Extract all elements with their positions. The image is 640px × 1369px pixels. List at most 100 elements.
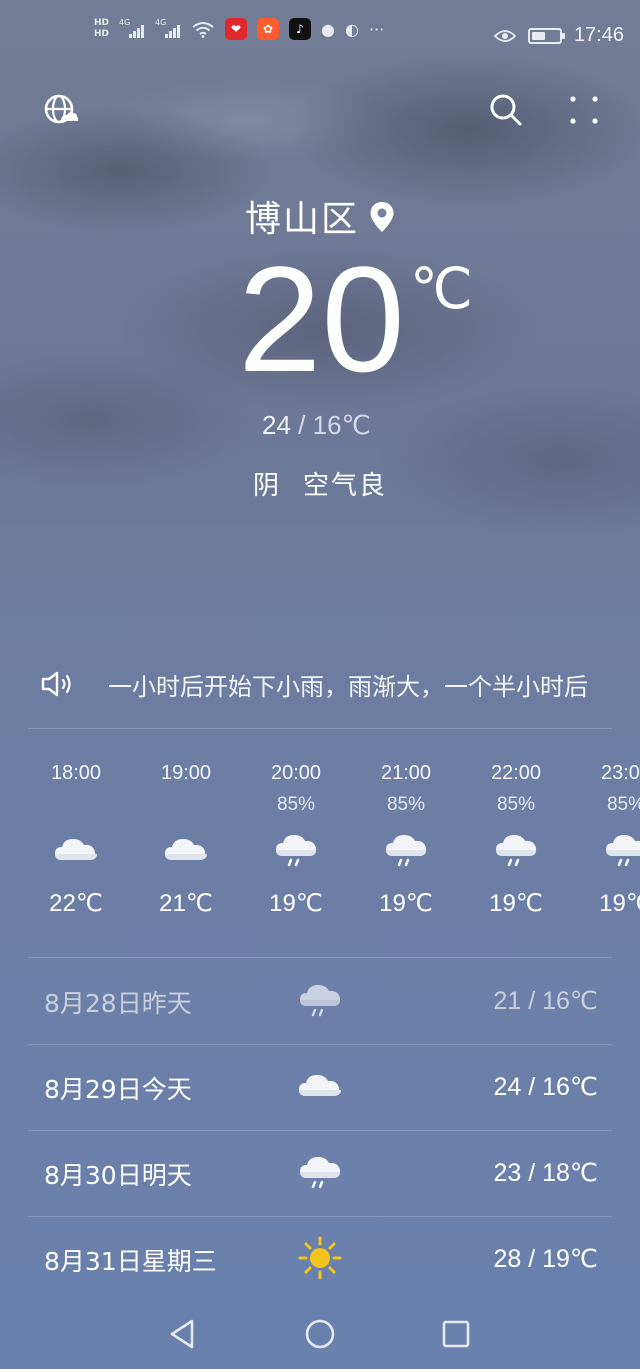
navigation-bar — [0, 1300, 640, 1369]
hour-temperature: 21℃ — [159, 890, 213, 917]
cloudy-icon — [299, 1075, 341, 1096]
light-rain-icon — [276, 835, 317, 867]
day-temperature-range: 24 / 16℃ — [493, 1073, 598, 1101]
rain-probability: 85% — [496, 794, 536, 815]
day-date: 8月29日今天 — [44, 1075, 192, 1104]
wifi-icon — [192, 22, 214, 38]
daily-row[interactable]: 8月29日今天 24 / 16℃ — [0, 1044, 640, 1130]
hour-time: 22:00 — [490, 762, 542, 784]
home-icon[interactable] — [302, 1316, 338, 1352]
day-icon — [296, 1062, 344, 1110]
browser-icon: ◐ — [344, 19, 359, 39]
more-notifications-icon: ··· — [368, 19, 385, 39]
signal-icon: 4G — [119, 18, 145, 38]
day-temperature-range: 21 / 16℃ — [493, 987, 598, 1015]
cloudy-icon — [165, 839, 207, 860]
kuaishou-icon: ✿ — [257, 18, 280, 40]
hour-time: 18:00 — [50, 762, 102, 784]
hourly-item: 20:00 85% 19℃ — [241, 756, 351, 926]
sunny-icon — [298, 1236, 342, 1280]
status-bar-right: 17:46 — [493, 24, 624, 47]
rain-probability — [21, 790, 131, 820]
hourly-item: 19:00 21℃ — [131, 756, 241, 926]
speaker-icon[interactable] — [40, 670, 78, 698]
status-time: 17:46 — [573, 24, 624, 46]
daily-row[interactable]: 8月28日昨天 21 / 16℃ — [0, 958, 640, 1044]
search-icon[interactable] — [488, 92, 524, 128]
hour-temperature: 22℃ — [49, 890, 103, 917]
temperature-unit: ℃ — [410, 257, 473, 320]
air-quality: 空气良 — [303, 471, 388, 501]
location-pin-icon — [370, 202, 394, 232]
hour-icon — [241, 820, 351, 880]
hourly-item: 23:00 85% 19℃ — [571, 756, 640, 926]
back-icon[interactable] — [164, 1316, 200, 1352]
today-low: 16℃ — [312, 410, 371, 440]
daily-row[interactable]: 8月31日星期三 28 / 19℃ — [0, 1216, 640, 1302]
city-manage-icon[interactable] — [42, 92, 78, 128]
battery-icon — [527, 27, 565, 44]
hourly-forecast[interactable]: 18:00 22℃ 19:00 21℃ 20:00 85% 19℃ 21:00 85% 19℃ 22… — [0, 756, 640, 936]
today-high: 24 — [262, 410, 291, 440]
network-label: 4G — [119, 18, 131, 27]
hour-icon — [351, 820, 461, 880]
rain-alert[interactable]: 一小时后开始下小雨，雨渐大，一个半小时后 — [40, 664, 596, 704]
day-icon — [296, 1234, 344, 1282]
hour-time: 21:00 — [380, 762, 432, 784]
hour-icon — [461, 820, 571, 880]
hourly-item: 22:00 85% 19℃ — [461, 756, 571, 926]
hour-icon — [21, 820, 131, 880]
day-date: 8月31日星期三 — [44, 1247, 217, 1276]
hour-temperature: 19℃ — [269, 890, 323, 917]
hour-time: 20:00 — [270, 762, 322, 784]
hour-time: 19:00 — [160, 762, 212, 784]
recents-icon[interactable] — [438, 1316, 474, 1352]
day-icon — [296, 976, 344, 1024]
light-rain-icon — [496, 835, 537, 867]
rain-probability: 85% — [276, 794, 316, 815]
status-bar-left: HD HD 4G 4G ❤ ✿ ♪ ● ◐ ··· — [94, 18, 384, 40]
hour-time: 23:00 — [600, 762, 640, 784]
status-bar: HD HD 4G 4G ❤ ✿ ♪ ● ◐ ··· 17:46 — [0, 0, 640, 74]
rain-probability — [131, 790, 241, 820]
wechat-icon: ● — [321, 19, 335, 39]
day-date: 8月28日昨天 — [44, 989, 192, 1018]
hd-label: HD — [94, 29, 110, 39]
hourly-item: 21:00 85% 19℃ — [351, 756, 461, 926]
hourly-item: 18:00 22℃ — [21, 756, 131, 926]
hour-icon — [571, 820, 640, 880]
rain-probability: 85% — [606, 794, 640, 815]
douyin-icon: ♪ — [289, 18, 312, 40]
current-condition[interactable]: 阴空气良 — [0, 465, 640, 502]
eye-comfort-icon — [493, 29, 516, 42]
light-rain-icon — [300, 985, 341, 1017]
hd-indicator: HD HD — [94, 18, 109, 40]
hour-temperature: 19℃ — [489, 890, 543, 917]
hour-icon — [131, 820, 241, 880]
location-name: 博山区 — [244, 199, 359, 240]
hour-temperature: 19℃ — [599, 890, 640, 917]
cloudy-icon — [55, 839, 97, 860]
hd-label: HD — [94, 18, 110, 28]
day-temperature-range: 28 / 19℃ — [493, 1245, 598, 1273]
light-rain-icon — [606, 835, 640, 867]
today-range: 24 / 16℃ — [262, 410, 371, 441]
day-date: 8月30日明天 — [44, 1161, 192, 1190]
top-bar — [0, 88, 640, 132]
light-rain-icon — [300, 1157, 341, 1189]
hour-temperature: 19℃ — [379, 890, 433, 917]
light-rain-icon — [386, 835, 427, 867]
more-menu-icon[interactable] — [566, 92, 602, 128]
day-icon — [296, 1148, 344, 1196]
rain-alert-text: 一小时后开始下小雨，雨渐大，一个半小时后 — [108, 672, 588, 701]
network-label: 4G — [155, 18, 167, 27]
divider — [28, 728, 612, 729]
day-temperature-range: 23 / 18℃ — [493, 1159, 598, 1187]
current-temperature: 20 ℃ — [238, 244, 473, 394]
signal-icon: 4G — [155, 18, 181, 38]
pinduoduo-icon: ❤ — [225, 18, 248, 40]
weather-condition: 阴 — [252, 471, 281, 501]
temperature-value: 20 — [238, 235, 405, 403]
daily-row[interactable]: 8月30日明天 23 / 18℃ — [0, 1130, 640, 1216]
range-separator: / — [298, 410, 306, 440]
